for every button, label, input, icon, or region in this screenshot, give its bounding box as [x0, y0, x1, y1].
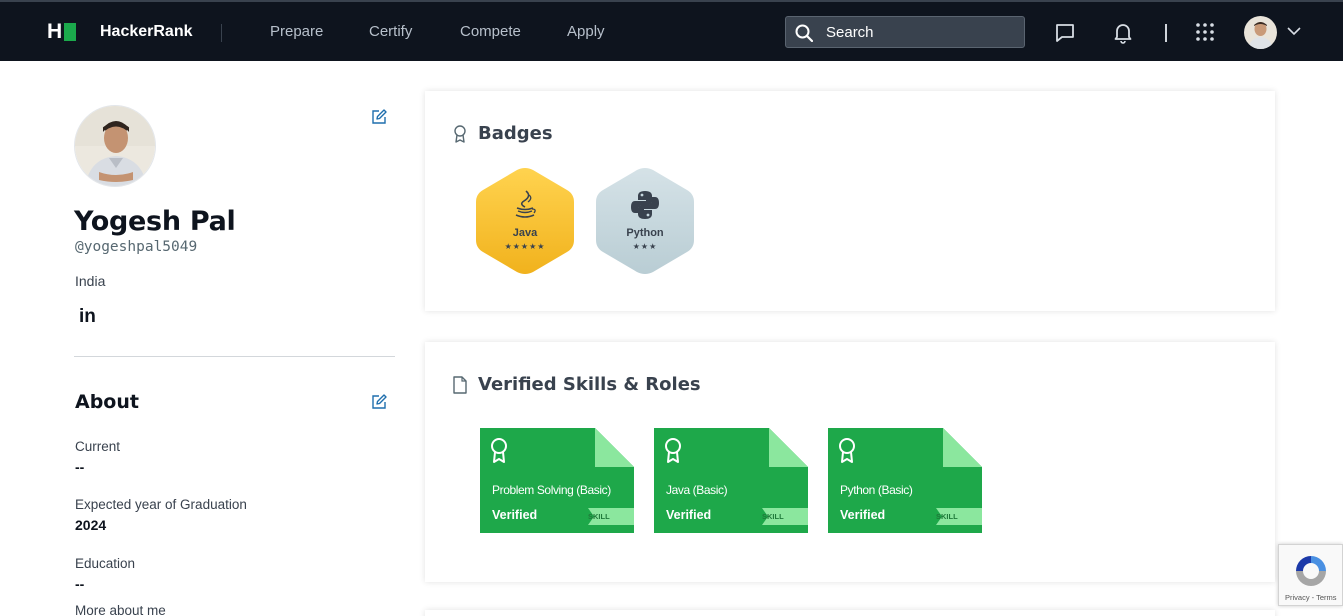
edit-profile-icon[interactable]	[371, 109, 387, 125]
cert-tag: SKILL	[762, 512, 784, 521]
brand-divider	[221, 24, 222, 42]
top-navbar: H HackerRank Prepare Certify Compete App…	[0, 0, 1343, 61]
search-icon	[795, 24, 813, 42]
badge-python-name: Python	[626, 227, 664, 239]
cert-name: Python (Basic)	[840, 483, 913, 497]
badge-python-stars: ★★★	[632, 242, 658, 251]
hackerrank-logo[interactable]: H	[47, 21, 79, 43]
verified-skills-heading: Verified Skills & Roles	[478, 374, 701, 395]
java-icon	[475, 190, 575, 220]
messages-icon[interactable]	[1054, 22, 1076, 44]
about-education-label: Education	[75, 556, 136, 571]
search-placeholder: Search	[826, 24, 874, 41]
award-ribbon-icon	[839, 438, 855, 463]
notifications-bell-icon[interactable]	[1112, 22, 1134, 44]
profile-name: Yogesh Pal	[74, 206, 236, 237]
recaptcha-icon	[1296, 556, 1326, 586]
document-icon	[453, 376, 467, 394]
badge-python[interactable]: Python ★★★	[595, 166, 695, 276]
cert-problem-solving[interactable]: Problem Solving (Basic) Verified SKILL	[480, 428, 634, 533]
logo-mark-icon: H	[47, 21, 79, 42]
cert-tag: SKILL	[588, 512, 610, 521]
award-ribbon-icon	[491, 438, 507, 463]
cert-status: Verified	[666, 508, 712, 522]
badge-java[interactable]: Java ★★★★★	[475, 166, 575, 276]
nav-compete[interactable]: Compete	[460, 22, 521, 42]
recaptcha-badge[interactable]: Privacy - Terms	[1278, 544, 1343, 606]
badge-java-stars: ★★★★★	[504, 242, 546, 251]
about-graduation-value: 2024	[75, 517, 107, 533]
cert-name: Problem Solving (Basic)	[492, 483, 611, 497]
cert-java-basic[interactable]: Java (Basic) Verified SKILL	[654, 428, 808, 533]
profile-divider	[74, 356, 395, 357]
apps-grid-icon[interactable]	[1195, 22, 1217, 44]
about-graduation-label: Expected year of Graduation	[75, 497, 247, 512]
about-current-label: Current	[75, 439, 121, 454]
about-more-label: More about me	[75, 603, 166, 616]
profile-handle: @yogeshpal5049	[75, 239, 198, 255]
nav-divider	[1165, 24, 1167, 42]
about-heading: About	[75, 391, 139, 413]
cert-status: Verified	[840, 508, 886, 522]
brand-name[interactable]: HackerRank	[100, 21, 193, 43]
linkedin-icon[interactable]: in	[79, 307, 96, 327]
badge-hexagon	[476, 168, 574, 274]
cert-tag: SKILL	[936, 512, 958, 521]
nav-certify[interactable]: Certify	[369, 22, 412, 42]
profile-country: India	[75, 273, 106, 289]
award-ribbon-icon	[665, 438, 681, 463]
edit-about-icon[interactable]	[371, 394, 387, 410]
python-icon	[595, 190, 695, 220]
badge-java-name: Java	[512, 227, 538, 239]
nav-apply[interactable]: Apply	[567, 22, 605, 42]
cert-name: Java (Basic)	[666, 483, 728, 497]
about-current-value: --	[75, 459, 85, 475]
search-input[interactable]: Search	[785, 16, 1025, 48]
cert-status: Verified	[492, 508, 538, 522]
badges-card: Badges Java ★★★★★ Python ★★★	[425, 91, 1275, 311]
recaptcha-links[interactable]: Privacy - Terms	[1285, 593, 1337, 602]
about-education-value: --	[75, 576, 85, 592]
badge-ribbon-icon	[454, 125, 466, 143]
chevron-down-icon[interactable]	[1287, 26, 1301, 36]
nav-prepare[interactable]: Prepare	[270, 22, 323, 42]
cert-python-basic[interactable]: Python (Basic) Verified SKILL	[828, 428, 982, 533]
user-avatar-menu[interactable]	[1244, 16, 1277, 49]
badges-heading: Badges	[478, 123, 553, 144]
next-section-card	[425, 610, 1275, 616]
verified-skills-card: Verified Skills & Roles Problem Solving …	[425, 342, 1275, 582]
profile-avatar	[74, 105, 156, 187]
badge-hexagon	[596, 168, 694, 274]
